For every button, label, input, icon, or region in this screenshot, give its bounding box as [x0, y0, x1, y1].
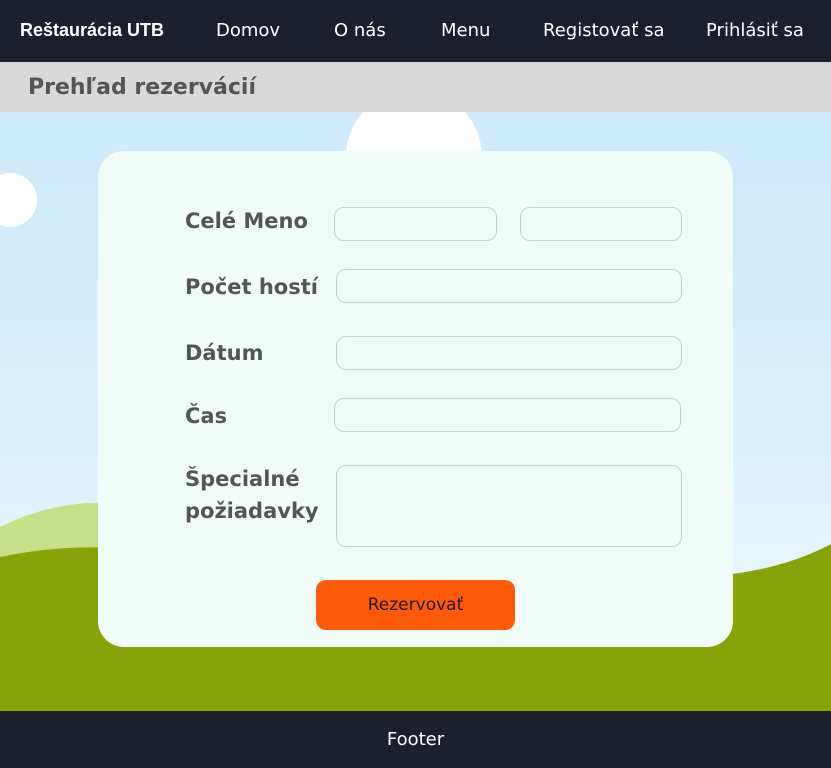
top-navbar: Reštaurácia UTB Domov O nás Menu Registo…: [0, 0, 831, 62]
last-name-input[interactable]: [520, 207, 682, 241]
page-title: Prehľad rezervácií: [28, 75, 257, 100]
nav-link-home[interactable]: Domov: [216, 20, 280, 41]
nav-link-register[interactable]: Registovať sa: [543, 20, 665, 41]
date-input[interactable]: [336, 336, 682, 370]
date-label: Dátum: [185, 341, 264, 365]
reserve-button[interactable]: Rezervovať: [316, 580, 515, 630]
time-input[interactable]: [334, 398, 681, 432]
cloud-shape-small: [0, 173, 37, 227]
time-label: Čas: [185, 404, 228, 428]
full-name-label: Celé Meno: [185, 209, 308, 233]
nav-link-login[interactable]: Prihlásiť sa: [706, 20, 804, 41]
guests-label: Počet hostí: [185, 275, 318, 299]
special-requests-textarea[interactable]: [336, 465, 682, 547]
special-requests-label-line1: Špecialné: [185, 467, 300, 491]
nav-link-about[interactable]: O nás: [334, 20, 386, 41]
footer: Footer: [0, 711, 831, 768]
guests-input[interactable]: [336, 269, 682, 303]
nav-link-menu[interactable]: Menu: [441, 20, 490, 41]
footer-text: Footer: [386, 729, 445, 750]
brand-logo-text[interactable]: Reštaurácia UTB: [20, 20, 164, 41]
first-name-input[interactable]: [334, 207, 497, 241]
subheader-bar: Prehľad rezervácií: [0, 62, 831, 112]
special-requests-label-line2: požiadavky: [185, 499, 319, 523]
